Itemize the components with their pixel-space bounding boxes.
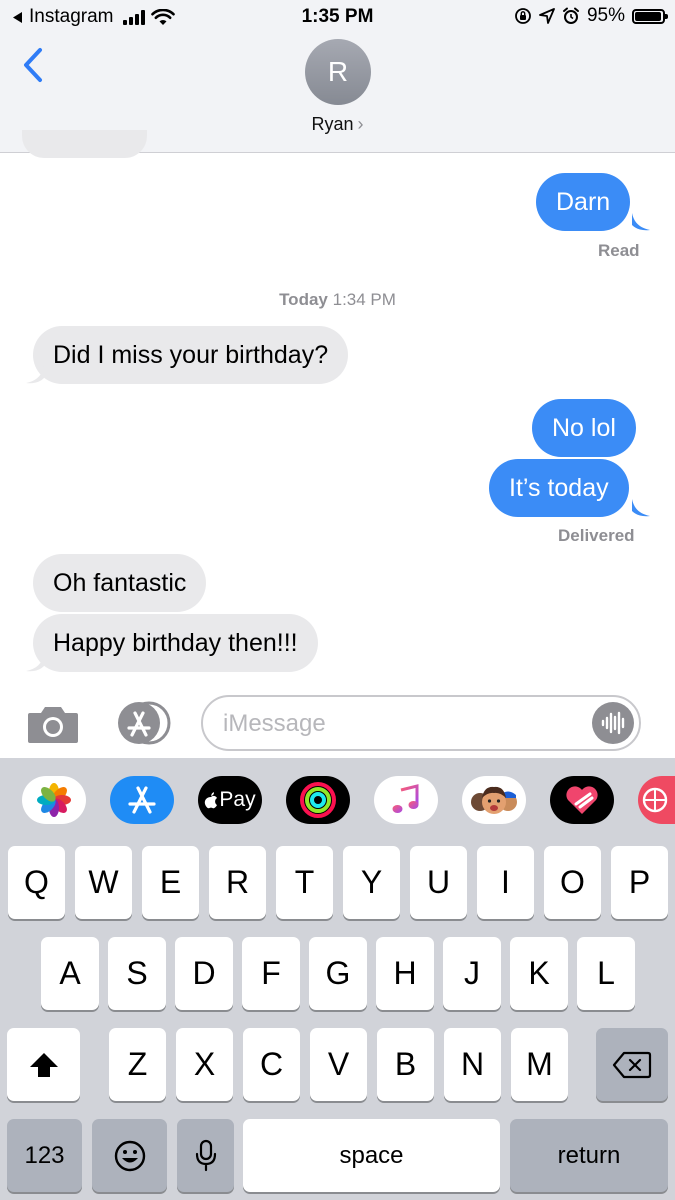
key-z[interactable]: Z [109,1028,166,1101]
camera-icon [28,707,78,743]
key-p[interactable]: P [611,846,668,919]
keyboard-area: Pay Q W E R T Y U I O P A S D F G H J K … [0,758,675,1200]
key-v[interactable]: V [310,1028,367,1101]
contact-name: Ryan [311,114,354,134]
delivered-receipt: Delivered [558,526,635,545]
key-k[interactable]: K [510,937,568,1010]
waveform-icon [601,711,625,735]
backspace-icon [612,1051,652,1078]
memoji-icon [471,786,517,814]
message-bubble-incoming[interactable]: Happy birthday then!!! [33,614,318,672]
space-key[interactable]: space [243,1119,500,1192]
activity-icon [300,782,336,818]
message-bubble-incoming[interactable]: Oh fantastic [33,554,207,612]
alarm-icon [562,7,579,24]
key-y[interactable]: Y [343,846,400,919]
message-bubble-incoming[interactable]: Did I miss your birthday? [33,326,349,384]
message-input-placeholder: iMessage [223,710,326,737]
chevron-right-icon: › [357,114,364,134]
key-o[interactable]: O [544,846,601,919]
key-d[interactable]: D [175,937,233,1010]
key-b[interactable]: B [377,1028,434,1101]
key-c[interactable]: C [243,1028,300,1101]
timestamp-time: 1:34 PM [332,290,396,309]
app-drawer-activity[interactable] [286,776,350,824]
key-n[interactable]: N [444,1028,501,1101]
key-l[interactable]: L [577,937,635,1010]
microphone-icon [195,1139,216,1171]
timestamp-day: Today [279,290,328,309]
app-store-button[interactable] [113,701,173,750]
shift-key[interactable] [7,1028,80,1101]
partial-message-bubble [22,130,147,158]
key-f[interactable]: F [242,937,300,1010]
app-drawer-photos[interactable] [22,776,86,824]
avatar-initial: R [327,56,349,87]
bubble-tail [26,366,44,384]
camera-button[interactable] [26,703,80,750]
message-bubble-outgoing[interactable]: Darn [536,173,631,231]
emoji-icon [114,1140,145,1171]
key-i[interactable]: I [477,846,534,919]
app-drawer-music[interactable] [374,776,438,824]
key-s[interactable]: S [108,937,166,1010]
imessage-app-drawer: Pay [0,758,675,838]
key-e[interactable]: E [142,846,199,919]
conversation-timestamp: Today 1:34 PM [0,290,675,310]
key-w[interactable]: W [75,846,132,919]
battery-percent: 95% [586,5,625,26]
digital-touch-icon [566,786,598,814]
bubble-tail [632,213,650,231]
orientation-lock-icon [515,8,531,24]
app-drawer-apple-pay[interactable]: Pay [198,776,262,824]
delete-key[interactable] [596,1028,668,1101]
key-u[interactable]: U [410,846,467,919]
numbers-key[interactable]: 123 [7,1119,82,1192]
status-right: 95% [514,5,668,27]
return-key[interactable]: return [510,1119,668,1192]
apple-pay-label: Pay [219,788,256,811]
web-icon [642,787,668,813]
music-icon [392,784,419,813]
read-receipt: Read [598,241,640,260]
app-drawer-web[interactable] [638,776,675,824]
bubble-tail [632,499,650,517]
app-drawer-memoji[interactable] [462,776,526,824]
apple-pay-icon [205,791,218,808]
contact-avatar[interactable]: R [305,39,371,105]
app-store-icon [118,701,171,745]
shift-arrow-icon [29,1052,58,1077]
app-drawer-digital-touch[interactable] [550,776,614,824]
audio-message-button[interactable] [592,702,634,744]
chevron-left-icon [24,48,42,82]
back-button[interactable] [18,46,48,86]
dictation-key[interactable] [177,1119,234,1192]
emoji-key[interactable] [92,1119,167,1192]
location-arrow-icon [539,8,555,24]
key-a[interactable]: A [41,937,99,1010]
key-t[interactable]: T [276,846,333,919]
message-bubble-outgoing[interactable]: It’s today [489,459,629,517]
photos-icon [37,783,71,817]
key-m[interactable]: M [511,1028,568,1101]
battery-icon [632,8,668,24]
status-bar: Instagram 1:35 PM 95% [0,0,675,34]
key-j[interactable]: J [443,937,501,1010]
battery-fill [635,11,661,21]
bubble-tail [26,654,44,672]
message-bubble-outgoing[interactable]: No lol [532,399,636,457]
key-x[interactable]: X [176,1028,233,1101]
message-input[interactable]: iMessage [201,695,641,751]
app-drawer-app-store[interactable] [110,776,174,824]
key-r[interactable]: R [209,846,266,919]
key-h[interactable]: H [376,937,434,1010]
key-g[interactable]: G [309,937,367,1010]
key-q[interactable]: Q [8,846,65,919]
app-store-icon [128,786,156,814]
